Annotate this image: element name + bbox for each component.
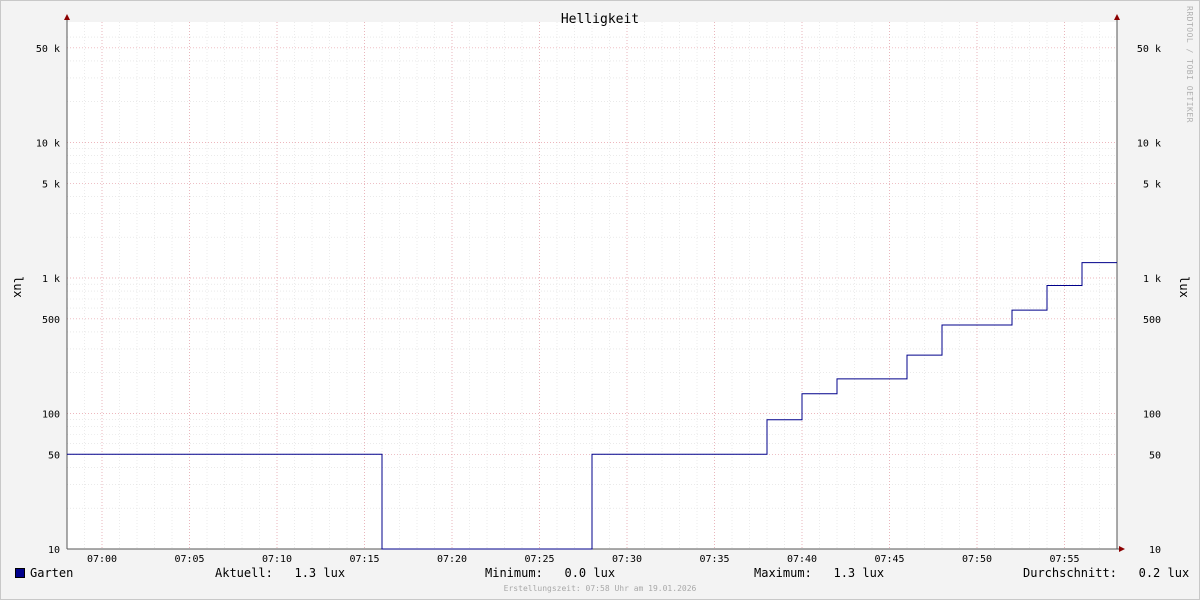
- current-label: Aktuell:: [215, 566, 273, 580]
- current-value: 1.3 lux: [294, 566, 346, 580]
- y-tick-label-left: 10: [48, 545, 60, 556]
- y-tick-label-left: 5 k: [42, 179, 60, 190]
- y-tick-label-left: 10 k: [36, 139, 60, 150]
- x-tick-label: 07:10: [262, 554, 292, 565]
- y-axis-arrow-right: [1114, 14, 1120, 20]
- max-label: Maximum:: [754, 566, 812, 580]
- min-value: 0.0 lux: [564, 566, 616, 580]
- y-tick-label-right: 50: [1149, 450, 1161, 461]
- y-tick-label-right: 10: [1149, 545, 1161, 556]
- y-axis-arrow-left: [64, 14, 70, 20]
- avg-value: 0.2 lux: [1138, 566, 1190, 580]
- y-tick-label-right: 50 k: [1137, 44, 1161, 55]
- x-tick-label: 07:45: [874, 554, 904, 565]
- legend-current: Aktuell: 1.3 lux: [215, 566, 345, 580]
- min-label: Minimum:: [485, 566, 543, 580]
- brightness-chart: 07:00 07:05 07:10 07:15 07:20 07:25 07:30 07:35…: [11, 12, 1191, 565]
- x-tick-label: 07:20: [437, 554, 467, 565]
- x-tick-label: 07:00: [87, 554, 117, 565]
- y-tick-label-left: 50: [48, 450, 60, 461]
- legend-minimum: Minimum: 0.0 lux: [485, 566, 615, 580]
- x-tick-label: 07:15: [349, 554, 379, 565]
- legend-average: Durchschnitt: 0.2 lux: [1023, 566, 1189, 580]
- chart-title: Helligkeit: [561, 12, 639, 27]
- y-tick-label-right: 1 k: [1143, 274, 1161, 285]
- legend-swatch: [15, 567, 25, 578]
- y-tick-label-left: 500: [42, 315, 60, 326]
- x-tick-label: 07:40: [787, 554, 817, 565]
- y-tick-label-right: 100: [1143, 410, 1161, 421]
- y-tick-label-right: 5 k: [1143, 179, 1161, 190]
- x-tick-label: 07:25: [524, 554, 554, 565]
- legend-entry: Garten: [15, 566, 73, 580]
- x-tick-label: 07:30: [612, 554, 642, 565]
- x-tick-label: 07:05: [174, 554, 204, 565]
- creation-time-footer: Erstellungszeit: 07:58 Uhr am 19.01.2026: [503, 584, 697, 593]
- x-axis-arrow: [1119, 546, 1125, 552]
- vendor-watermark: RRDTOOL / TOBI OETIKER: [1185, 6, 1194, 123]
- y-tick-label-right: 10 k: [1137, 139, 1161, 150]
- y-tick-label-left: 50 k: [36, 44, 60, 55]
- avg-label: Durchschnitt:: [1023, 566, 1117, 580]
- x-tick-label: 07:50: [962, 554, 992, 565]
- x-tick-label: 07:55: [1049, 554, 1079, 565]
- y-tick-label-left: 1 k: [42, 274, 60, 285]
- legend-maximum: Maximum: 1.3 lux: [754, 566, 884, 580]
- legend-series-name: Garten: [30, 566, 74, 580]
- y-tick-label-left: 100: [42, 410, 60, 421]
- max-value: 1.3 lux: [833, 566, 885, 580]
- y-axis-label-right: lux: [1177, 276, 1191, 298]
- y-axis-label-left: lux: [11, 276, 25, 298]
- x-tick-label: 07:35: [699, 554, 729, 565]
- y-tick-label-right: 500: [1143, 315, 1161, 326]
